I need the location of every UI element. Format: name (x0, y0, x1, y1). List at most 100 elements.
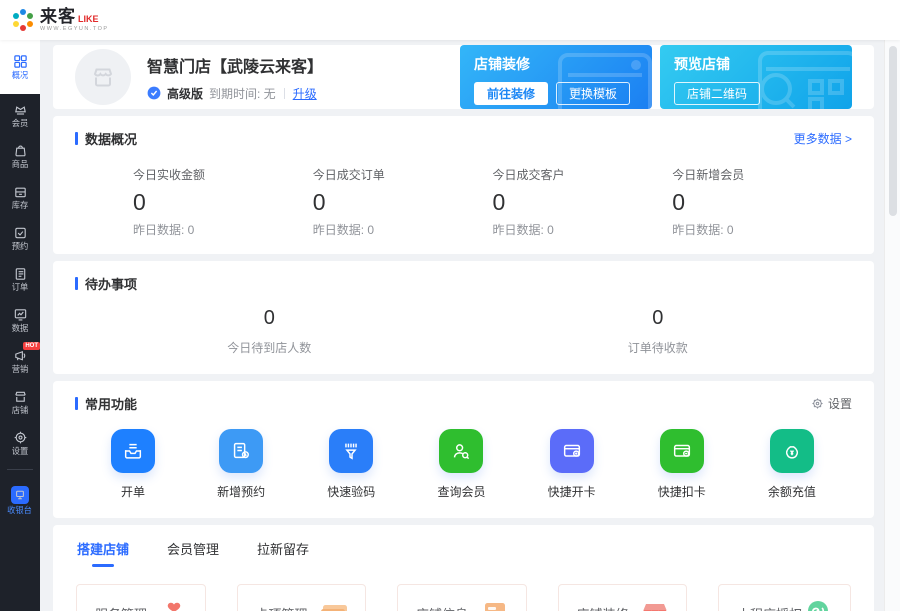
title-bar (75, 132, 78, 145)
quick-deduct-card[interactable]: 快捷扣卡 (658, 429, 706, 500)
deduct-card-icon (660, 429, 704, 473)
cards-icon (317, 598, 351, 611)
expire-time: 到期时间: 无 (209, 85, 276, 102)
promo-decorate-card: 店铺装修 前往装修 更换模板 (460, 45, 652, 109)
sidebar-label: 商品 (12, 160, 29, 168)
section-title-data: 数据概况 (75, 129, 137, 148)
quick-open-card[interactable]: 快捷开卡 (548, 429, 596, 500)
scrollbar-thumb[interactable] (889, 46, 897, 216)
quick-settings-button[interactable]: 设置 (811, 395, 852, 412)
sidebar-item-data[interactable]: 数据 (0, 299, 40, 340)
cashier-icon (11, 486, 29, 504)
inventory-icon (13, 184, 28, 199)
sidebar-label: 营销 (12, 365, 29, 373)
sidebar-label: 设置 (12, 447, 29, 455)
open-card-icon (550, 429, 594, 473)
stat-today-orders: 今日成交订单 0 昨日数据: 0 (313, 166, 493, 238)
main-content: 智慧门店【武陵云来客】 高级版 到期时间: 无 升级 店铺装修 (40, 40, 884, 611)
member-icon (13, 102, 28, 117)
goto-decorate-button[interactable]: 前往装修 (474, 82, 548, 105)
build-tabs: 搭建店铺 会员管理 拉新留存 (67, 539, 860, 567)
tab-underline (92, 564, 114, 567)
sidebar-item-goods[interactable]: 商品 (0, 135, 40, 176)
section-title-quick: 常用功能 (75, 394, 137, 413)
gear-icon (13, 430, 28, 445)
open-order-icon (111, 429, 155, 473)
store-header-card: 智慧门店【武陵云来客】 高级版 到期时间: 无 升级 店铺装修 (53, 45, 874, 109)
sidebar-item-settings[interactable]: 设置 (0, 422, 40, 463)
sidebar-label: 订单 (12, 283, 29, 291)
more-data-link[interactable]: 更多数据 > (794, 130, 852, 147)
card-service-management[interactable]: 服务管理 (76, 584, 206, 611)
shop-icon (13, 389, 28, 404)
store-title: 智慧门店【武陵云来客】 (147, 53, 323, 77)
todo-card: 待办事项 0 今日待到店人数 0 订单待收款 (53, 261, 874, 374)
sidebar-label: 预约 (12, 242, 29, 250)
sidebar-item-inventory[interactable]: 库存 (0, 176, 40, 217)
gear-icon (811, 397, 824, 410)
tab-underline (272, 564, 294, 567)
goods-icon (13, 143, 28, 158)
scrollbar-track[interactable] (884, 40, 900, 611)
app-logo[interactable]: 来客 LIKE WWW.EGYUN.TOP (10, 7, 109, 33)
reservation-icon (13, 225, 28, 240)
tab-acquisition-retention[interactable]: 拉新留存 (257, 539, 309, 567)
sidebar-item-cashier[interactable]: 收银台 (0, 476, 40, 524)
sidebar-item-order[interactable]: 订单 (0, 258, 40, 299)
section-title-todo: 待办事项 (75, 274, 137, 293)
title-bar (75, 397, 78, 410)
verify-code-icon (329, 429, 373, 473)
card-store-info[interactable]: 店铺信息 (397, 584, 527, 611)
promo-preview-card: 预览店铺 店铺二维码 (660, 45, 852, 109)
quick-verify-code[interactable]: 快速验码 (327, 429, 375, 500)
sidebar-item-overview[interactable]: 概况 (0, 40, 40, 94)
stat-today-received: 今日实收金额 0 昨日数据: 0 (133, 166, 313, 238)
logo-url: WWW.EGYUN.TOP (40, 27, 109, 33)
sidebar: 概况 会员 商品 库存 预约 订单 数据 (0, 40, 40, 611)
store-info-doc-icon (478, 598, 512, 611)
upgrade-link[interactable]: 升级 (293, 85, 317, 102)
sidebar-item-member[interactable]: 会员 (0, 94, 40, 135)
grid-icon (13, 54, 28, 69)
sidebar-item-reservation[interactable]: 预约 (0, 217, 40, 258)
card-card-items[interactable]: 卡项管理 (237, 584, 367, 611)
stat-today-customers: 今日成交客户 0 昨日数据: 0 (493, 166, 673, 238)
title-bar (75, 277, 78, 290)
sidebar-label: 库存 (12, 201, 29, 209)
quick-open-order[interactable]: 开单 (111, 429, 155, 500)
order-icon (13, 266, 28, 281)
promo-title: 店铺装修 (474, 54, 638, 74)
promo-title: 预览店铺 (674, 54, 838, 74)
todo-arrivals: 0 今日待到店人数 (75, 307, 464, 356)
tab-build-store[interactable]: 搭建店铺 (77, 539, 129, 567)
new-reservation-icon (219, 429, 263, 473)
hot-badge: HOT (23, 342, 40, 350)
store-avatar (75, 49, 131, 105)
sidebar-label: 概况 (12, 71, 29, 79)
tab-member-management[interactable]: 会员管理 (167, 539, 219, 567)
card-miniprogram-auth[interactable]: 小程序授权 (718, 584, 851, 611)
tab-underline (182, 564, 204, 567)
quick-balance-recharge[interactable]: 余额充值 (768, 429, 816, 500)
sidebar-label: 收银台 (8, 506, 33, 514)
sidebar-item-marketing[interactable]: HOT 营销 (0, 340, 40, 381)
change-template-button[interactable]: 更换模板 (556, 82, 630, 105)
sidebar-divider (7, 469, 33, 470)
miniprogram-icon (802, 598, 836, 611)
logo-text: 来客 (40, 8, 76, 25)
sidebar-label: 数据 (12, 324, 29, 332)
logo-flower-icon (10, 7, 36, 33)
service-heart-hand-icon (157, 598, 191, 611)
plan-badge: 高级版 (167, 85, 203, 102)
sidebar-label: 店铺 (12, 406, 29, 414)
balance-recharge-icon (770, 429, 814, 473)
quick-actions-card: 常用功能 设置 开单 (53, 381, 874, 518)
data-icon (13, 307, 28, 322)
sidebar-item-shop[interactable]: 店铺 (0, 381, 40, 422)
store-qrcode-button[interactable]: 店铺二维码 (674, 82, 760, 105)
card-store-decorate[interactable]: 店铺装修 (558, 584, 688, 611)
quick-search-member[interactable]: 查询会员 (437, 429, 485, 500)
quick-new-reservation[interactable]: 新增预约 (217, 429, 265, 500)
stat-new-members: 今日新增会员 0 昨日数据: 0 (672, 166, 852, 238)
data-overview-card: 数据概况 更多数据 > 今日实收金额 0 昨日数据: 0 今日成交订单 0 昨日… (53, 116, 874, 254)
